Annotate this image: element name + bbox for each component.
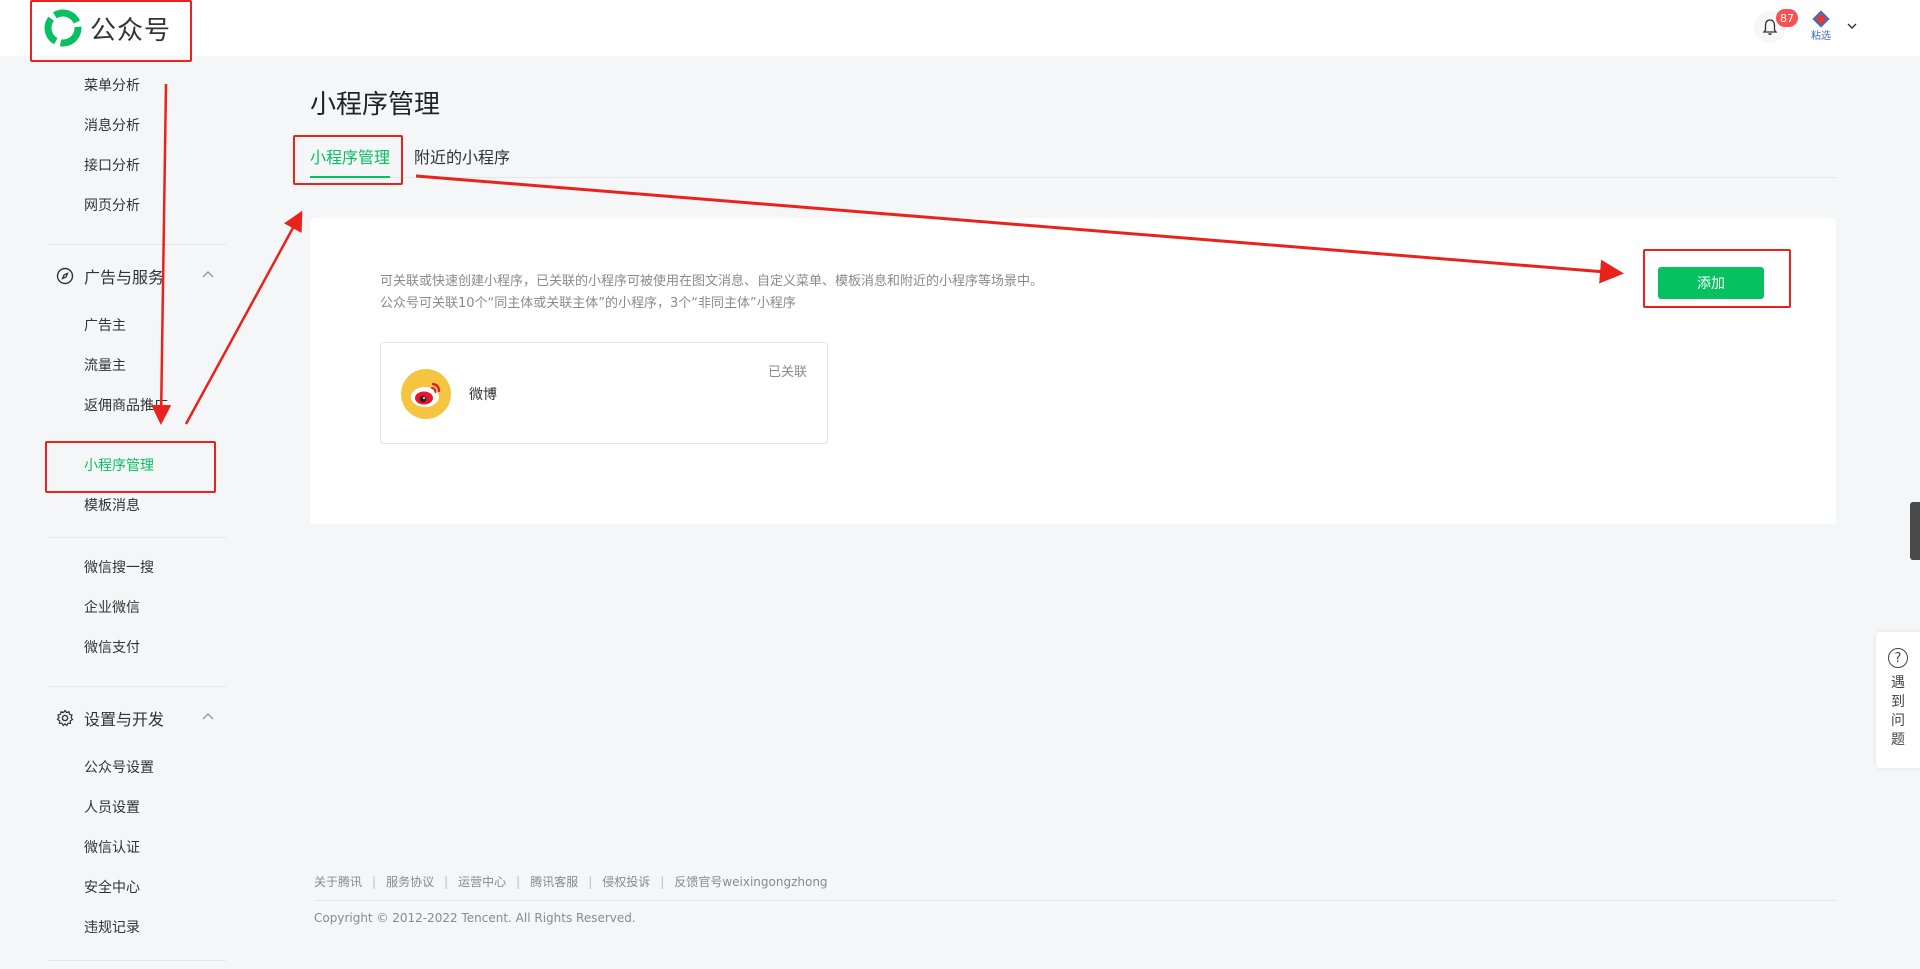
sidebar-group-ads[interactable]: 广告与服务	[56, 265, 216, 287]
annotation-box-logo	[30, 0, 192, 62]
help-text: 遇到问题	[1891, 675, 1905, 748]
question-icon: ?	[1888, 648, 1908, 668]
avatar-label: 粘选	[1811, 30, 1831, 42]
sidebar-item-menu-analysis[interactable]: 菜单分析	[84, 76, 140, 96]
footer-separator: |	[588, 874, 593, 889]
footer-link-terms[interactable]: 服务协议	[386, 873, 434, 890]
tab-bar: 小程序管理 附近的小程序	[310, 142, 1836, 178]
sidebar-item-advertiser[interactable]: 广告主	[84, 316, 126, 336]
footer-separator: |	[516, 874, 521, 889]
sidebar-item-wechat-pay[interactable]: 微信支付	[84, 638, 140, 658]
sidebar-item-api-analysis[interactable]: 接口分析	[84, 156, 140, 176]
linked-status-badge: 已关联	[767, 365, 807, 380]
chevron-up-icon[interactable]	[200, 267, 216, 283]
annotation-box-sidebar-item	[45, 441, 216, 493]
sidebar-item-wecom[interactable]: 企业微信	[84, 598, 140, 618]
weibo-logo-graphic	[411, 382, 441, 407]
sidebar-item-commission[interactable]: 返佣商品推广	[84, 396, 168, 416]
sidebar-group-label: 设置与开发	[84, 710, 165, 729]
footer-separator: |	[372, 874, 377, 889]
sidebar-item-staff-settings[interactable]: 人员设置	[84, 798, 140, 818]
sidebar-divider	[48, 686, 226, 687]
miniprogram-panel: 可关联或快速创建小程序，已关联的小程序可被使用在图文消息、自定义菜单、模板消息和…	[310, 218, 1836, 524]
footer-separator: |	[660, 874, 665, 889]
help-widget[interactable]: ? 遇到问题	[1876, 632, 1920, 768]
tab-nearby-miniprogram[interactable]: 附近的小程序	[414, 144, 510, 168]
copyright: Copyright © 2012-2022 Tencent. All Right…	[314, 911, 636, 925]
footer-link-support[interactable]: 腾讯客服	[530, 873, 578, 890]
description-line-2: 公众号可关联10个“同主体或关联主体”的小程序，3个“非同主体”小程序	[380, 296, 796, 311]
notification-badge: 87	[1776, 9, 1798, 27]
sidebar-item-wechat-search[interactable]: 微信搜一搜	[84, 558, 154, 578]
sidebar-group-settings[interactable]: 设置与开发	[56, 707, 216, 729]
description-line-1: 可关联或快速创建小程序，已关联的小程序可被使用在图文消息、自定义菜单、模板消息和…	[380, 274, 1044, 289]
footer-link-about[interactable]: 关于腾讯	[314, 873, 362, 890]
annotation-box-tab	[293, 135, 403, 185]
sidebar-item-message-analysis[interactable]: 消息分析	[84, 116, 140, 136]
compass-icon	[56, 267, 74, 285]
footer-link-infringement[interactable]: 侵权投诉	[602, 873, 650, 890]
footer-links: 关于腾讯 | 服务协议 | 运营中心 | 腾讯客服 | 侵权投诉 | 反馈官号weixin…	[314, 873, 828, 890]
sidebar-item-account-settings[interactable]: 公众号设置	[84, 758, 154, 778]
footer-link-ops-center[interactable]: 运营中心	[458, 873, 506, 890]
linked-app-card[interactable]: 微博 已关联	[380, 342, 828, 444]
page-title: 小程序管理	[310, 90, 441, 120]
footer-link-feedback[interactable]: 反馈官号weixingongzhong	[674, 873, 827, 890]
chevron-down-icon[interactable]	[1846, 20, 1858, 32]
chevron-up-icon[interactable]	[200, 709, 216, 725]
avatar[interactable]: 粘选	[1808, 10, 1834, 43]
sidebar-divider	[48, 537, 226, 538]
sidebar-item-web-analysis[interactable]: 网页分析	[84, 196, 140, 216]
sidebar-item-verification[interactable]: 微信认证	[84, 838, 140, 858]
footer-separator: |	[444, 874, 449, 889]
gear-icon	[56, 709, 74, 727]
footer-divider	[314, 900, 1836, 901]
avatar-logo-icon	[1812, 10, 1830, 27]
sidebar-item-publisher[interactable]: 流量主	[84, 356, 126, 376]
side-drawer-handle[interactable]	[1910, 502, 1920, 560]
sidebar-item-violation-records[interactable]: 违规记录	[84, 918, 140, 938]
sidebar-divider	[48, 244, 226, 245]
sidebar-divider	[48, 960, 226, 961]
weibo-icon	[401, 369, 451, 419]
sidebar-item-security-center[interactable]: 安全中心	[84, 878, 140, 898]
sidebar: 菜单分析 消息分析 接口分析 网页分析 广告与服务 广告主 流量主 返佣商品推广…	[0, 56, 230, 969]
annotation-box-add-button	[1643, 249, 1791, 308]
linked-app-name: 微博	[469, 387, 497, 403]
sidebar-group-label: 广告与服务	[84, 268, 165, 287]
sidebar-item-template-message[interactable]: 模板消息	[84, 496, 140, 516]
top-bar: 公众号 87 粘选	[0, 0, 1920, 56]
